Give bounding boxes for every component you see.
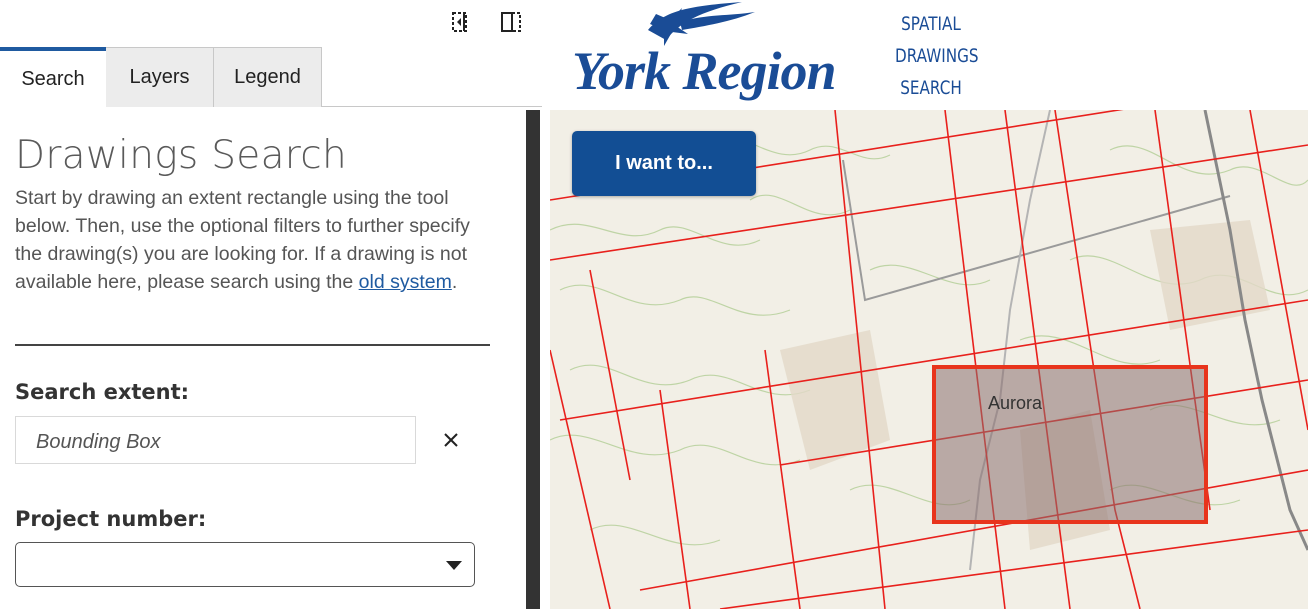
old-system-link[interactable]: old system: [359, 271, 452, 293]
search-extent-label: Search extent:: [15, 380, 190, 404]
search-description: Start by drawing an extent rectangle usi…: [15, 184, 485, 296]
selection-extent: [932, 365, 1208, 524]
header: York Region SPATIAL DRAWINGS SEARCH: [550, 0, 1308, 110]
collapse-panel-icon[interactable]: [448, 10, 472, 34]
tab-search[interactable]: Search: [0, 47, 106, 108]
panel-scrollbar[interactable]: [526, 110, 540, 609]
description-end: .: [451, 271, 458, 293]
section-divider: [15, 344, 490, 346]
app-title: SPATIAL DRAWINGS SEARCH: [895, 8, 979, 104]
side-panel: Search Layers Legend Drawings Search Sta…: [0, 0, 542, 609]
project-number-select[interactable]: [15, 542, 475, 587]
york-region-logo: York Region: [572, 41, 837, 101]
tab-legend[interactable]: Legend: [213, 47, 322, 107]
app-title-line-3: SEARCH: [900, 77, 962, 99]
map-place-label: Aurora: [988, 393, 1043, 413]
page-title: Drawings Search: [15, 133, 348, 178]
app-title-line-1: SPATIAL: [901, 13, 961, 35]
panel-toolbar: [0, 0, 542, 46]
i-want-to-button[interactable]: I want to...: [572, 131, 756, 196]
tab-layers[interactable]: Layers: [105, 47, 214, 107]
app-title-line-2: DRAWINGS: [895, 45, 979, 67]
project-number-label: Project number:: [15, 507, 207, 531]
tab-bar: Search Layers Legend: [0, 47, 542, 108]
split-view-icon[interactable]: [499, 10, 523, 34]
search-extent-field[interactable]: Bounding Box: [15, 416, 416, 464]
chevron-down-icon: [446, 561, 462, 570]
map-view[interactable]: I want to... Aurora: [550, 110, 1308, 609]
clear-extent-icon[interactable]: [439, 428, 463, 452]
